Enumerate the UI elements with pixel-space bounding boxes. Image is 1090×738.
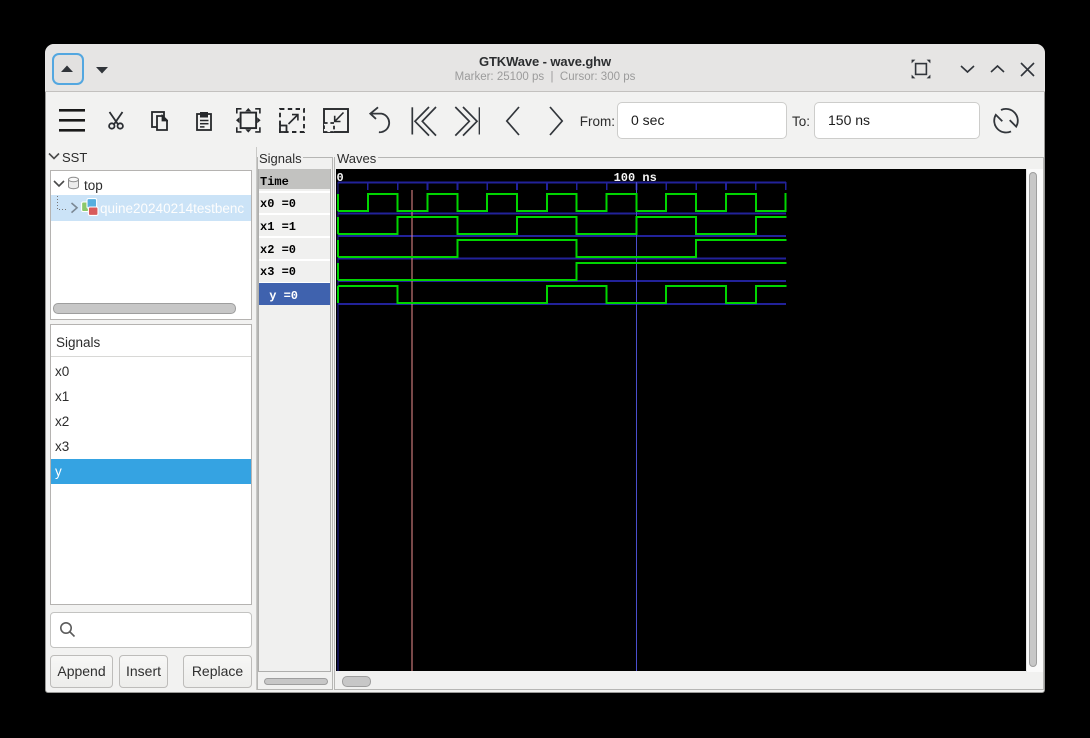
svg-text:100 ns: 100 ns [614,171,657,185]
svg-text:0: 0 [337,171,344,185]
